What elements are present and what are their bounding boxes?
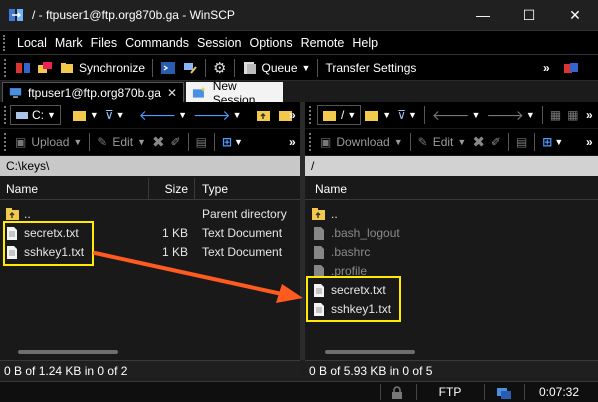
transfer-arrow (93, 251, 303, 303)
